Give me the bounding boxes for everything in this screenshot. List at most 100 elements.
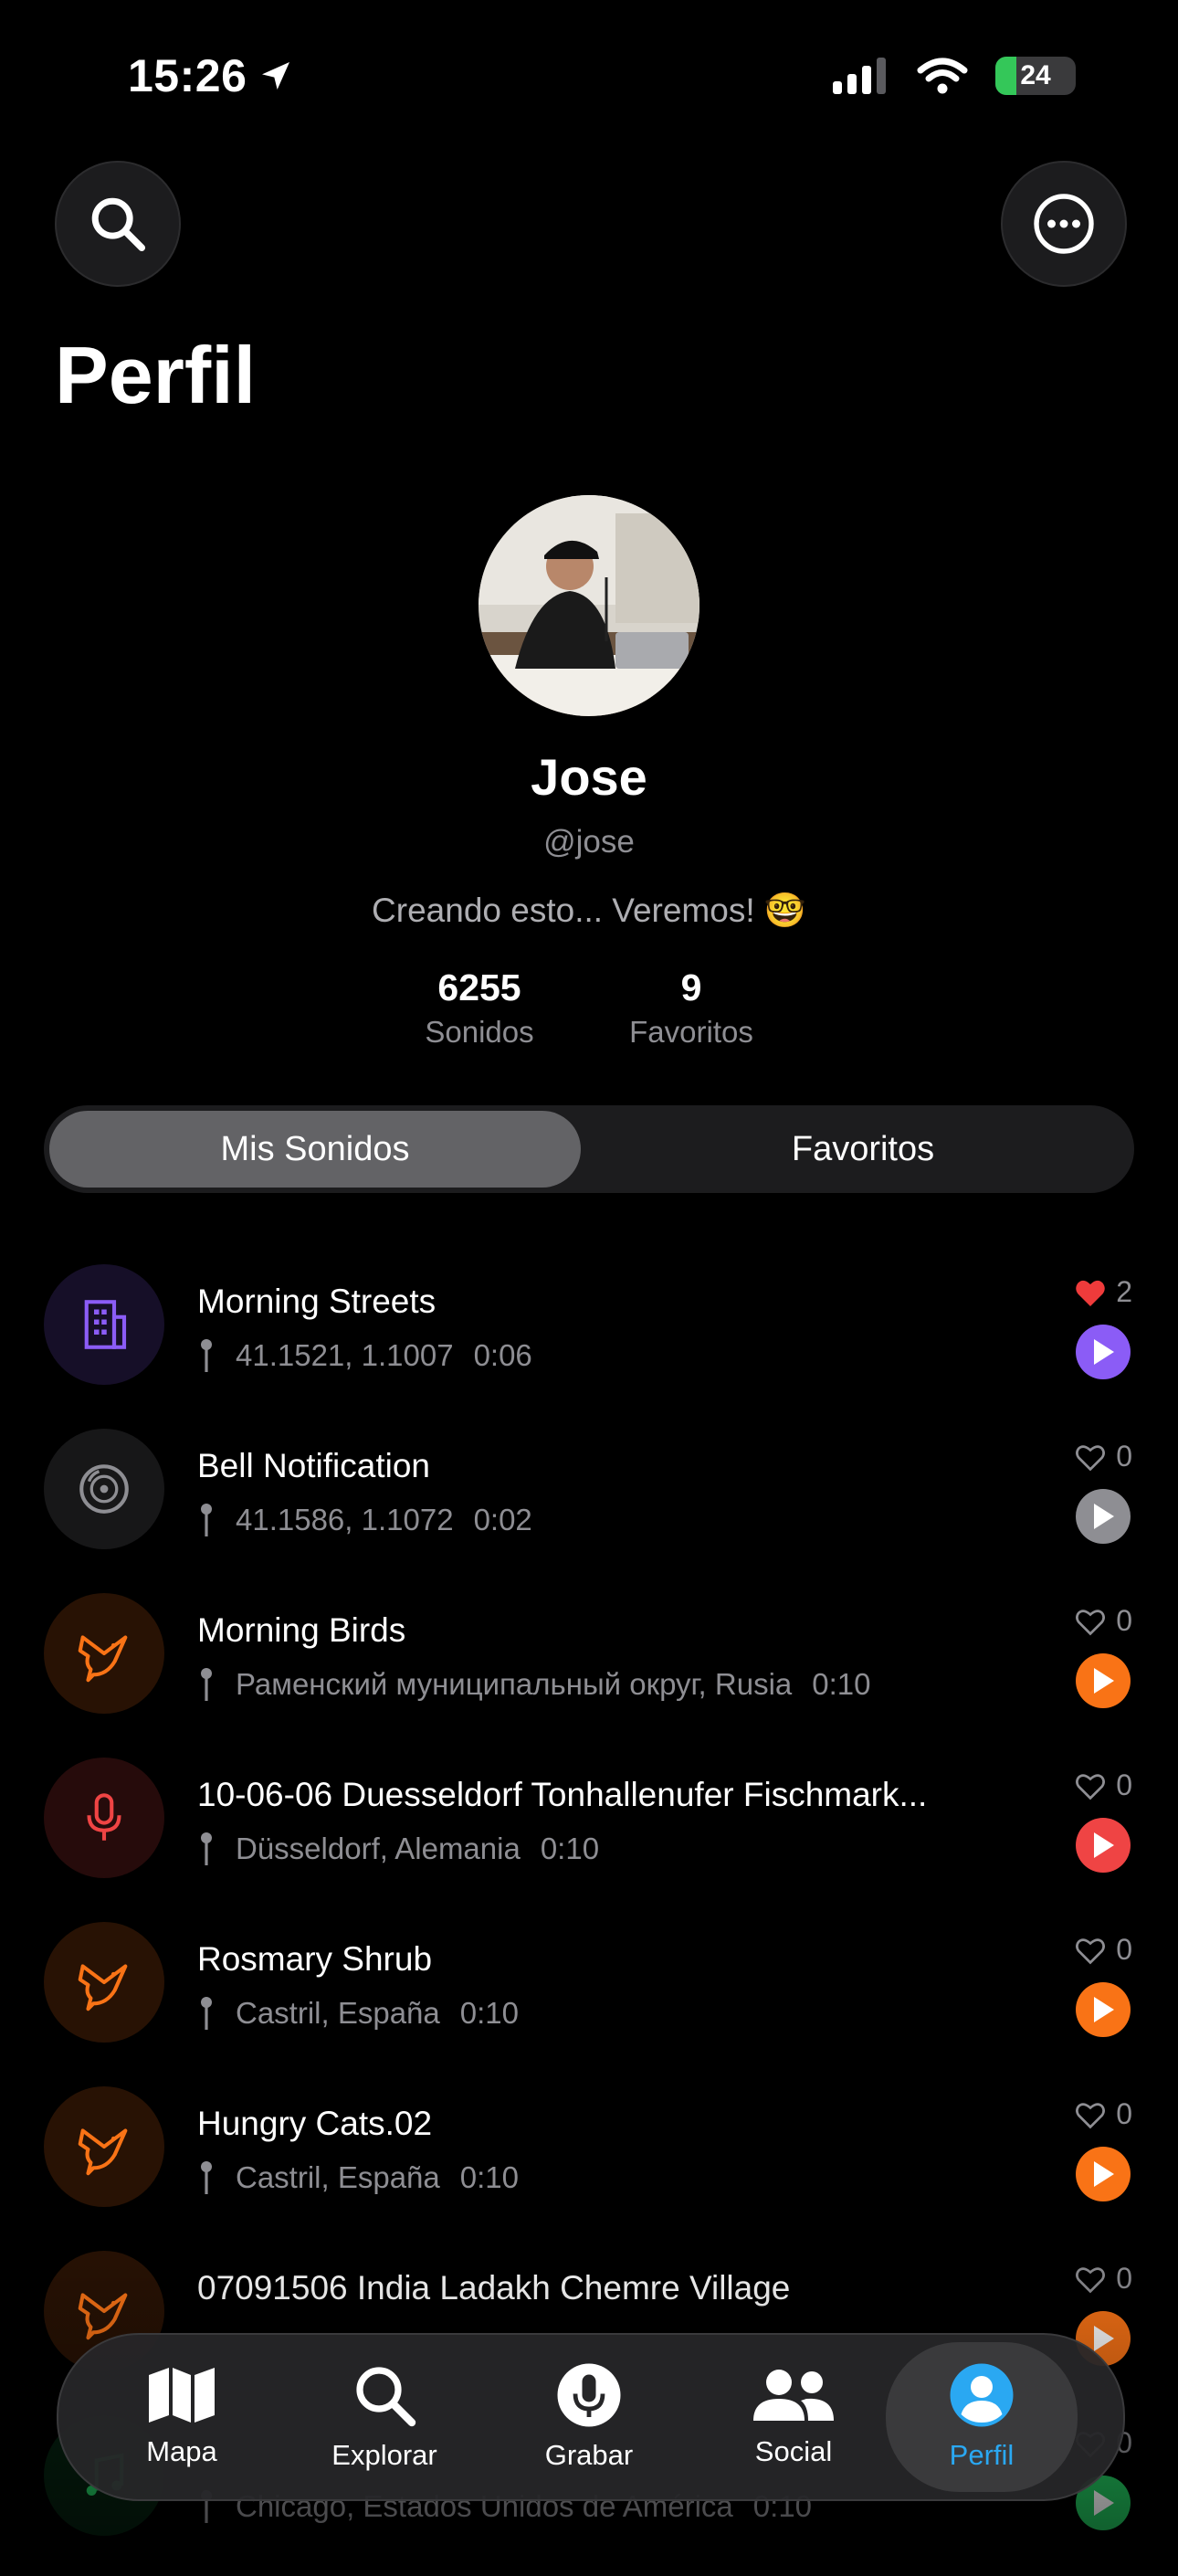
sound-meta: Düsseldorf, Alemania 0:10: [197, 1831, 599, 1867]
sound-row[interactable]: Morning Birds Раменский муниципальный ок…: [0, 1589, 1178, 1754]
pin-icon: [201, 1832, 212, 1865]
avatar[interactable]: [479, 495, 699, 716]
play-button[interactable]: [1076, 1489, 1131, 1544]
sound-title[interactable]: 10-06-06 Duesseldorf Tonhallenufer Fisch…: [197, 1776, 992, 1814]
heart-outline-icon[interactable]: [1074, 1770, 1107, 1801]
sound-meta: 41.1521, 1.1007 0:06: [197, 1337, 532, 1374]
tab-record[interactable]: Grabar: [493, 2335, 685, 2499]
sound-location: Castril, España: [236, 2160, 440, 2194]
avatar-photo: [479, 495, 699, 716]
heart-outline-icon[interactable]: [1074, 1606, 1107, 1637]
sound-category-badge: [44, 1758, 164, 1878]
like-count: 0: [1116, 1440, 1132, 1473]
city-icon: [84, 1300, 127, 1349]
sound-title[interactable]: Morning Streets: [197, 1283, 992, 1321]
sound-meta: Раменский муниципальный округ, Rusia 0:10: [197, 1666, 871, 1703]
sound-meta: Castril, España 0:10: [197, 2159, 519, 2196]
sound-title[interactable]: Morning Birds: [197, 1611, 992, 1650]
sound-location: Castril, España: [236, 1996, 440, 2030]
tab-map[interactable]: Mapa: [86, 2335, 278, 2499]
sound-title[interactable]: Bell Notification: [197, 1447, 992, 1485]
person-circle-icon: [950, 2363, 1014, 2427]
tab-bar: Mapa Explorar Grabar Social Perfil: [57, 2333, 1125, 2501]
search-button[interactable]: [55, 161, 181, 287]
segmented-control: Mis Sonidos Favoritos: [44, 1105, 1134, 1193]
ellipsis-circle-icon: [1034, 194, 1094, 254]
bird-icon: [78, 1635, 128, 1683]
like-control[interactable]: 0: [1074, 1768, 1132, 1802]
battery-level: 24: [1020, 60, 1051, 90]
tab-record-label: Grabar: [544, 2439, 634, 2471]
play-icon: [1094, 1504, 1114, 1529]
tab-map-label: Mapa: [146, 2435, 217, 2467]
play-icon: [1094, 2161, 1114, 2187]
sound-category-badge: [44, 1264, 164, 1385]
stat-favorites[interactable]: 9 Favoritos: [582, 966, 801, 1050]
play-button[interactable]: [1076, 1982, 1131, 2037]
tab-profile[interactable]: Perfil: [886, 2342, 1078, 2492]
like-control[interactable]: 0: [1074, 1440, 1132, 1473]
stat-sounds[interactable]: 6255 Sonidos: [370, 966, 589, 1050]
play-button[interactable]: [1076, 1818, 1131, 1873]
play-button[interactable]: [1076, 1653, 1131, 1708]
sound-location: Düsseldorf, Alemania: [236, 1832, 521, 1865]
tab-social[interactable]: Social: [698, 2335, 889, 2499]
microphone-icon: [87, 1793, 121, 1841]
profile-name: Jose: [531, 748, 647, 806]
like-control[interactable]: 0: [1074, 1933, 1132, 1967]
like-control[interactable]: 0: [1074, 1604, 1132, 1638]
pin-icon: [201, 1339, 212, 1372]
play-button[interactable]: [1076, 1325, 1131, 1379]
sound-category-badge: [44, 1429, 164, 1549]
stat-sounds-label: Sonidos: [425, 1015, 534, 1049]
pin-icon: [201, 2161, 212, 2194]
play-icon: [1094, 1997, 1114, 2022]
like-control[interactable]: 2: [1074, 1275, 1132, 1309]
bird-icon: [78, 1964, 128, 2011]
segment-my-sounds[interactable]: Mis Sonidos: [49, 1111, 581, 1188]
search-icon: [356, 2367, 416, 2427]
battery-indicator: 24: [995, 57, 1076, 95]
like-count: 0: [1116, 1604, 1132, 1637]
status-time: 15:26: [128, 49, 294, 102]
sound-title[interactable]: Hungry Cats.02: [197, 2105, 992, 2143]
sound-title[interactable]: Rosmary Shrub: [197, 1940, 992, 1979]
segment-favorites[interactable]: Favoritos: [597, 1111, 1129, 1188]
search-icon: [91, 197, 146, 252]
tab-social-label: Social: [754, 2435, 833, 2467]
heart-outline-icon[interactable]: [1074, 1935, 1107, 1966]
sound-row[interactable]: Bell Notification 41.1586, 1.1072 0:02 0: [0, 1425, 1178, 1589]
sound-duration: 0:10: [540, 1832, 600, 1865]
stat-favorites-label: Favoritos: [629, 1015, 753, 1049]
like-count: 2: [1116, 1275, 1132, 1308]
cellular-signal-icon: [833, 58, 886, 94]
pin-icon: [201, 1504, 212, 1536]
stat-favorites-value: 9: [680, 966, 702, 1008]
sound-row[interactable]: Morning Streets 41.1521, 1.1007 0:06 2: [0, 1261, 1178, 1425]
play-icon: [1094, 1668, 1114, 1694]
play-button[interactable]: [1076, 2147, 1131, 2201]
play-icon: [1094, 1339, 1114, 1365]
sound-row[interactable]: Hungry Cats.02 Castril, España 0:10 0: [0, 2083, 1178, 2247]
sound-row[interactable]: Rosmary Shrub Castril, España 0:10 0: [0, 1918, 1178, 2083]
stat-sounds-value: 6255: [437, 966, 521, 1008]
bird-icon: [78, 2128, 128, 2176]
sound-category-badge: [44, 1593, 164, 1714]
tab-explore[interactable]: Explorar: [289, 2335, 480, 2499]
profile-bio: Creando esto... Veremos! 🤓: [372, 892, 806, 929]
like-control[interactable]: 0: [1074, 2097, 1132, 2131]
disc-icon: [79, 1464, 129, 1514]
status-bar: 15:26 24: [0, 0, 1178, 155]
page-title: Perfil: [55, 330, 257, 420]
sound-row[interactable]: 10-06-06 Duesseldorf Tonhallenufer Fisch…: [0, 1754, 1178, 1918]
status-indicators: 24: [833, 57, 1076, 95]
sound-meta: 41.1586, 1.1072 0:02: [197, 1502, 532, 1538]
map-icon: [149, 2368, 215, 2423]
sound-category-badge: [44, 2086, 164, 2207]
sound-duration: 0:10: [459, 1996, 519, 2030]
location-arrow-icon: [262, 62, 290, 90]
heart-filled-icon[interactable]: [1074, 1277, 1107, 1308]
heart-outline-icon[interactable]: [1074, 1441, 1107, 1473]
more-options-button[interactable]: [1001, 161, 1127, 287]
heart-outline-icon[interactable]: [1074, 2099, 1107, 2130]
